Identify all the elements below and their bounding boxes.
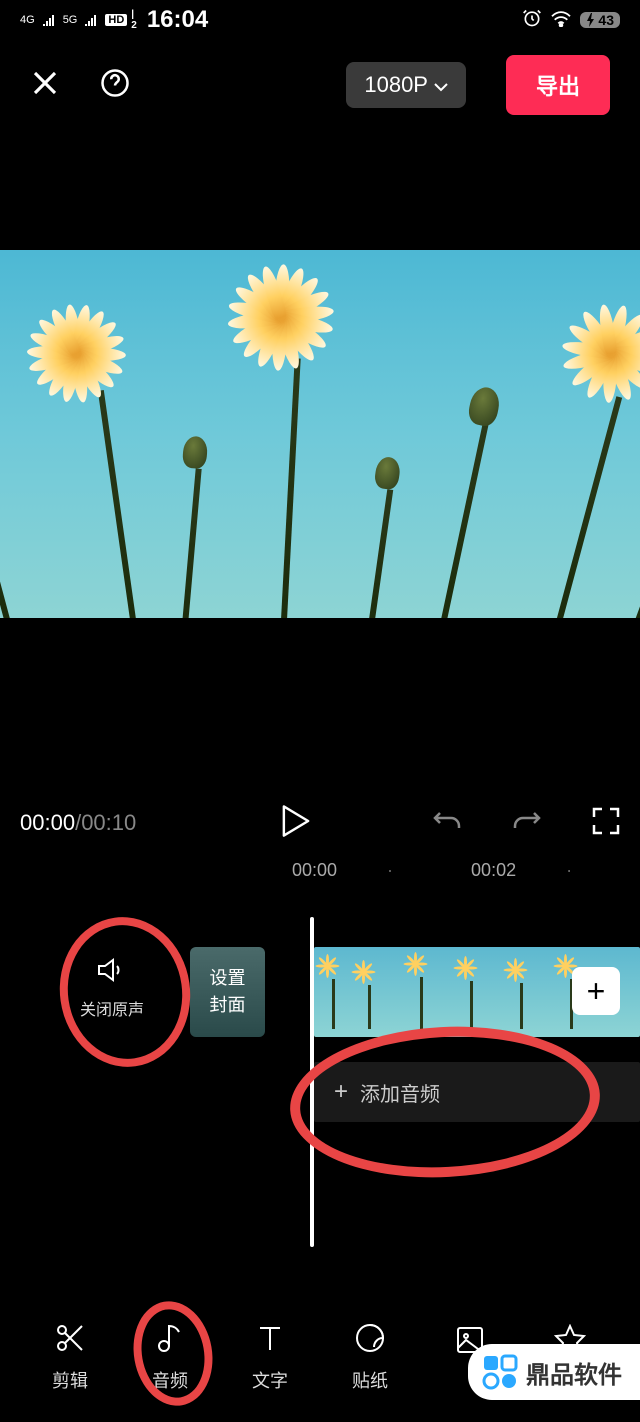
wifi-icon: [550, 9, 572, 32]
ruler-t0: 00:00: [292, 860, 337, 881]
tool-text[interactable]: 文字: [230, 1322, 310, 1393]
status-left: 4G 5G HD |2 16:04: [20, 6, 208, 34]
status-bar: 4G 5G HD |2 16:04 43: [0, 0, 640, 40]
fullscreen-button[interactable]: [592, 807, 620, 840]
play-button[interactable]: [281, 804, 311, 843]
tool-audio[interactable]: 音频: [130, 1322, 210, 1393]
add-audio-button[interactable]: + 添加音频: [314, 1062, 640, 1122]
hd-badge: HD: [105, 14, 127, 26]
top-bar: 1080P 导出: [0, 40, 640, 130]
signal-bars-icon: [43, 10, 57, 31]
timeline[interactable]: 关闭原声 设置 封面 + + 添加音频: [0, 947, 640, 1247]
network-5g-label: 5G: [63, 14, 78, 26]
mute-label: 关闭原声: [80, 996, 144, 1020]
status-right: 43: [522, 8, 620, 33]
watermark: 鼎品软件: [468, 1344, 640, 1400]
music-note-icon: [154, 1322, 186, 1359]
playback-controls: 00:00 / 00:10: [0, 793, 640, 853]
tool-sticker[interactable]: 贴纸: [330, 1322, 410, 1393]
watermark-logo-icon: [482, 1354, 518, 1390]
scissors-icon: [54, 1322, 86, 1359]
ruler-dot: ·: [387, 860, 393, 881]
time-current: 00:00: [20, 810, 75, 836]
mute-original-button[interactable]: 关闭原声: [80, 957, 144, 1020]
signal-bars-icon: [85, 10, 99, 31]
export-button[interactable]: 导出: [506, 55, 610, 115]
plus-icon: +: [334, 1078, 348, 1106]
redo-button[interactable]: [512, 807, 542, 840]
hd-sub: |2: [131, 9, 137, 31]
ruler-t1: 00:02: [471, 860, 516, 881]
time-total: 00:10: [81, 810, 136, 836]
tool-edit[interactable]: 剪辑: [30, 1322, 110, 1393]
clock: 16:04: [147, 6, 208, 34]
close-button[interactable]: [30, 68, 60, 103]
add-audio-label: 添加音频: [360, 1078, 440, 1107]
watermark-text: 鼎品软件: [526, 1355, 622, 1390]
speaker-icon: [97, 957, 127, 988]
undo-button[interactable]: [432, 807, 462, 840]
text-icon: [254, 1322, 286, 1359]
battery-badge: 43: [580, 12, 620, 28]
set-cover-button[interactable]: 设置 封面: [190, 947, 265, 1037]
ruler-dot: ·: [566, 860, 572, 881]
network-4g-label: 4G: [20, 14, 35, 26]
alarm-icon: [522, 8, 542, 33]
timeline-ruler[interactable]: 00:00 · 00:02 ·: [0, 853, 640, 887]
resolution-button[interactable]: 1080P: [346, 62, 466, 108]
video-preview[interactable]: [0, 250, 640, 618]
resolution-label: 1080P: [364, 72, 428, 98]
help-button[interactable]: [100, 68, 130, 103]
chevron-down-icon: [434, 72, 448, 98]
add-clip-button[interactable]: +: [572, 967, 620, 1015]
playhead[interactable]: [310, 917, 314, 1247]
sticker-icon: [354, 1322, 386, 1359]
